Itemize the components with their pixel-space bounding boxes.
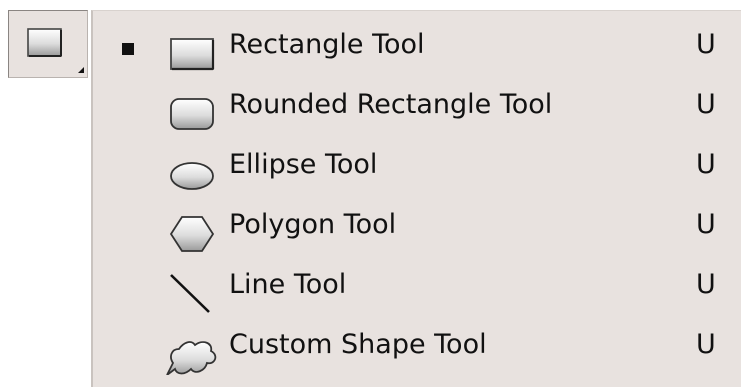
menu-item-polygon-tool[interactable]: Polygon Tool U <box>93 197 739 255</box>
menu-item-label: Ellipse Tool <box>229 149 378 180</box>
menu-item-label: Custom Shape Tool <box>229 329 487 360</box>
menu-item-line-tool[interactable]: Line Tool U <box>93 257 739 315</box>
rounded-rectangle-icon <box>170 98 214 130</box>
menu-item-shortcut: U <box>696 149 716 180</box>
menu-item-label: Line Tool <box>229 269 347 300</box>
menu-item-label: Rectangle Tool <box>229 29 425 60</box>
menu-item-custom-shape-tool[interactable]: Custom Shape Tool U <box>93 317 739 375</box>
menu-item-shortcut: U <box>696 329 716 360</box>
menu-item-label: Rounded Rectangle Tool <box>229 89 553 120</box>
polygon-icon <box>169 216 215 252</box>
shape-tool-button[interactable] <box>8 10 88 78</box>
menu-item-ellipse-tool[interactable]: Ellipse Tool U <box>93 137 739 195</box>
rectangle-icon <box>27 28 62 57</box>
menu-item-label: Polygon Tool <box>229 209 397 240</box>
flyout-indicator-icon <box>78 67 84 73</box>
menu-item-rounded-rectangle-tool[interactable]: Rounded Rectangle Tool U <box>93 77 739 135</box>
menu-item-shortcut: U <box>696 89 716 120</box>
line-icon <box>170 274 210 313</box>
menu-item-shortcut: U <box>696 29 716 60</box>
ellipse-icon <box>170 162 214 190</box>
menu-item-rectangle-tool[interactable]: Rectangle Tool U <box>93 17 739 75</box>
custom-shape-icon <box>166 341 217 375</box>
shape-tool-flyout-menu: Rectangle Tool U Rounded Rectangle Tool … <box>91 10 741 387</box>
rectangle-icon <box>170 38 215 71</box>
selected-bullet-icon <box>122 43 134 55</box>
menu-item-shortcut: U <box>696 209 716 240</box>
menu-item-shortcut: U <box>696 269 716 300</box>
